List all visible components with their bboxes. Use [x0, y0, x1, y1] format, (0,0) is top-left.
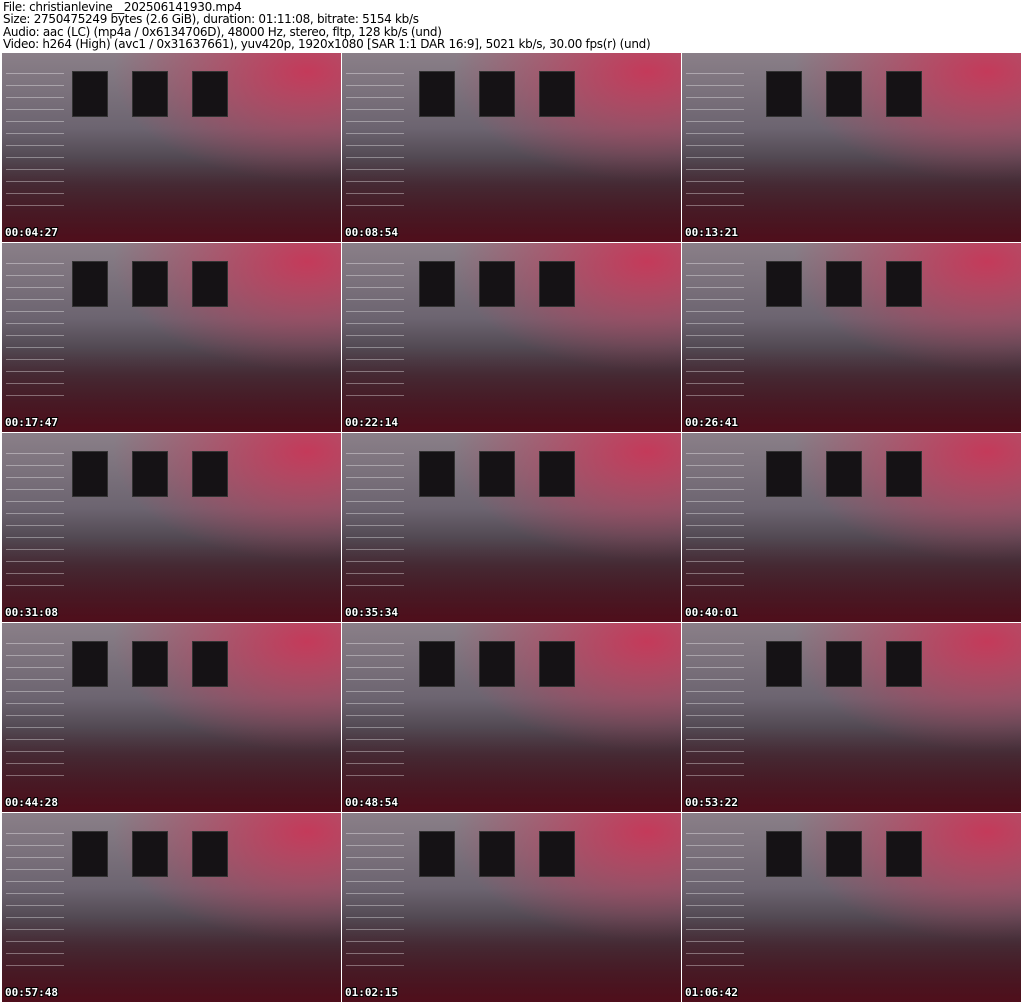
- wall-poster: [539, 451, 575, 497]
- thumbnail-grid: 00:04:27 00:08:54 00:13:21 00:17:47 00:22:14…: [2, 53, 1022, 1002]
- frame-timestamp: 01:02:15: [345, 986, 398, 999]
- overlay-menu-panel: [346, 833, 404, 973]
- wall-poster: [72, 641, 108, 687]
- wall-poster: [766, 641, 802, 687]
- overlay-menu-panel: [686, 73, 744, 213]
- wall-poster: [479, 261, 515, 307]
- overlay-menu-panel: [6, 263, 64, 403]
- video-frame-thumbnail: 00:53:22: [682, 623, 1021, 812]
- frame-timestamp: 00:44:28: [5, 796, 58, 809]
- video-frame-thumbnail: 01:06:42: [682, 813, 1021, 1002]
- wall-poster: [72, 831, 108, 877]
- wall-poster: [539, 71, 575, 117]
- video-frame-thumbnail: 00:57:48: [2, 813, 341, 1002]
- wall-poster: [886, 261, 922, 307]
- video-frame-thumbnail: 00:35:34: [342, 433, 681, 622]
- video-frame-thumbnail: 00:22:14: [342, 243, 681, 432]
- wall-poster: [419, 71, 455, 117]
- wall-poster: [419, 451, 455, 497]
- video-frame-thumbnail: 00:08:54: [342, 53, 681, 242]
- wall-poster: [132, 71, 168, 117]
- overlay-menu-panel: [686, 833, 744, 973]
- video-frame-thumbnail: 00:40:01: [682, 433, 1021, 622]
- overlay-menu-panel: [346, 263, 404, 403]
- wall-poster: [192, 641, 228, 687]
- wall-poster: [766, 451, 802, 497]
- wall-poster: [886, 71, 922, 117]
- wall-poster: [419, 641, 455, 687]
- wall-poster: [886, 831, 922, 877]
- wall-poster: [826, 831, 862, 877]
- video-frame-thumbnail: 00:48:54: [342, 623, 681, 812]
- wall-poster: [192, 831, 228, 877]
- wall-poster: [826, 261, 862, 307]
- overlay-menu-panel: [6, 73, 64, 213]
- frame-timestamp: 00:04:27: [5, 226, 58, 239]
- overlay-menu-panel: [6, 643, 64, 783]
- wall-poster: [419, 831, 455, 877]
- frame-timestamp: 00:31:08: [5, 606, 58, 619]
- wall-poster: [826, 451, 862, 497]
- video-frame-thumbnail: 00:04:27: [2, 53, 341, 242]
- wall-poster: [886, 451, 922, 497]
- wall-poster: [192, 451, 228, 497]
- wall-poster: [72, 71, 108, 117]
- wall-poster: [419, 261, 455, 307]
- video-info: Video: h264 (High) (avc1 / 0x31637661), …: [3, 36, 651, 51]
- overlay-menu-panel: [346, 453, 404, 593]
- wall-poster: [132, 641, 168, 687]
- video-frame-thumbnail: 00:44:28: [2, 623, 341, 812]
- video-frame-thumbnail: 00:17:47: [2, 243, 341, 432]
- video-frame-thumbnail: 01:02:15: [342, 813, 681, 1002]
- wall-poster: [479, 71, 515, 117]
- frame-timestamp: 00:57:48: [5, 986, 58, 999]
- wall-poster: [192, 261, 228, 307]
- frame-timestamp: 00:17:47: [5, 416, 58, 429]
- wall-poster: [479, 831, 515, 877]
- wall-poster: [72, 451, 108, 497]
- overlay-menu-panel: [686, 263, 744, 403]
- video-frame-thumbnail: 00:26:41: [682, 243, 1021, 432]
- wall-poster: [132, 451, 168, 497]
- wall-poster: [539, 831, 575, 877]
- overlay-menu-panel: [6, 833, 64, 973]
- wall-poster: [192, 71, 228, 117]
- file-size-info: Size: 2750475249 bytes (2.6 GiB), durati…: [3, 12, 419, 27]
- file-info-header: File: christianlevine__202506141930.mp4 …: [3, 1, 651, 51]
- video-frame-thumbnail: 00:13:21: [682, 53, 1021, 242]
- overlay-menu-panel: [346, 643, 404, 783]
- frame-timestamp: 00:53:22: [685, 796, 738, 809]
- frame-timestamp: 01:06:42: [685, 986, 738, 999]
- frame-timestamp: 00:26:41: [685, 416, 738, 429]
- wall-poster: [539, 641, 575, 687]
- wall-poster: [766, 71, 802, 117]
- wall-poster: [132, 261, 168, 307]
- frame-timestamp: 00:22:14: [345, 416, 398, 429]
- wall-poster: [479, 451, 515, 497]
- frame-timestamp: 00:35:34: [345, 606, 398, 619]
- wall-poster: [539, 261, 575, 307]
- frame-timestamp: 00:13:21: [685, 226, 738, 239]
- overlay-menu-panel: [686, 643, 744, 783]
- overlay-menu-panel: [686, 453, 744, 593]
- video-frame-thumbnail: 00:31:08: [2, 433, 341, 622]
- wall-poster: [766, 261, 802, 307]
- frame-timestamp: 00:40:01: [685, 606, 738, 619]
- wall-poster: [826, 71, 862, 117]
- wall-poster: [72, 261, 108, 307]
- overlay-menu-panel: [6, 453, 64, 593]
- wall-poster: [826, 641, 862, 687]
- overlay-menu-panel: [346, 73, 404, 213]
- wall-poster: [766, 831, 802, 877]
- wall-poster: [479, 641, 515, 687]
- frame-timestamp: 00:08:54: [345, 226, 398, 239]
- wall-poster: [886, 641, 922, 687]
- wall-poster: [132, 831, 168, 877]
- frame-timestamp: 00:48:54: [345, 796, 398, 809]
